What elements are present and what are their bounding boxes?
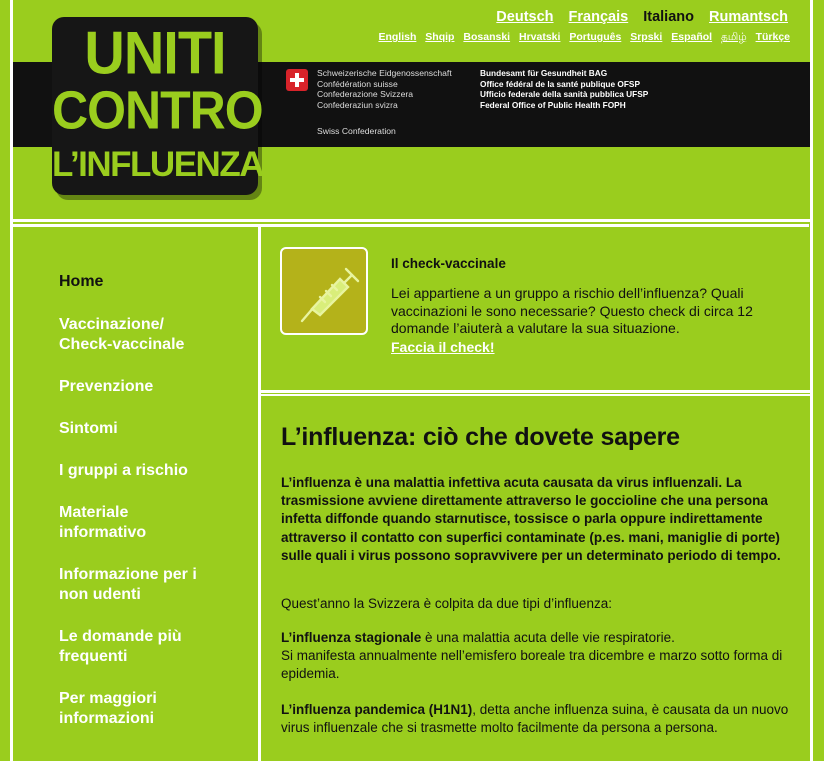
nav-non-udenti[interactable]: Informazione per i non udenti (59, 565, 229, 605)
lang-espanol[interactable]: Español (671, 31, 712, 43)
confederation-en: Swiss Confederation (317, 126, 396, 136)
nav-gruppi-rischio[interactable]: I gruppi a rischio (59, 461, 188, 481)
article-paragraph-pandemic: L’influenza pandemica (H1N1), detta anch… (281, 701, 796, 737)
office-names: Bundesamt für Gesundheit BAG Office fédé… (480, 68, 648, 110)
article-intro: L’influenza è una malattia infettiva acu… (281, 475, 781, 563)
swiss-cross-icon (286, 69, 308, 91)
check-start-link[interactable]: Faccia il check! (391, 339, 495, 355)
logo-line-3: L’INFLUENZA (52, 145, 264, 184)
confederation-it: Confederazione Svizzera (317, 89, 414, 99)
check-description: Lei appartiene a un gruppo a rischio del… (391, 285, 753, 337)
lang-portugues[interactable]: Português (569, 31, 621, 43)
nav-sintomi[interactable]: Sintomi (59, 419, 118, 439)
frame-column-divider (258, 224, 261, 761)
lang-bosanski[interactable]: Bosanski (463, 31, 510, 43)
lang-francais[interactable]: Français (569, 9, 629, 25)
frame-nav-divider (12, 224, 809, 227)
nav-vaccinazione[interactable]: Vaccinazione/ Check-vaccinale (59, 315, 209, 355)
lang-italiano-current: Italiano (643, 9, 694, 25)
office-it: Ufficio federale della sanità pubblica U… (480, 89, 649, 99)
nav-home[interactable]: Home (59, 272, 103, 292)
confederation-de: Schweizerische Eidgenossenschaft (317, 68, 452, 78)
frame-check-divider (260, 390, 810, 393)
office-fr: Office fédéral de la santé publique OFSP (480, 78, 640, 89)
lang-hrvatski[interactable]: Hrvatski (519, 31, 560, 43)
campaign-logo[interactable]: UNITI CONTRO L’INFLUENZA (52, 17, 264, 195)
frame-right-line (810, 0, 813, 761)
language-switcher: Deutsch Français Italiano Rumantsch (485, 9, 788, 25)
pandemic-flu-term: L’influenza pandemica (H1N1) (281, 702, 473, 717)
seasonal-flu-desc: è una malattia acuta delle vie respirato… (421, 630, 675, 645)
seasonal-flu-desc-2: Si manifesta annualmente nell’emisfero b… (281, 648, 783, 682)
nav-materiale[interactable]: Materiale informativo (59, 503, 169, 543)
lang-srpski[interactable]: Srpski (630, 31, 662, 43)
lang-shqip[interactable]: Shqip (425, 31, 454, 43)
site-header: UNITI CONTRO L’INFLUENZA Schweizerische … (0, 0, 824, 220)
logo-line-2: CONTRO (52, 79, 264, 141)
logo-line-1: UNITI (84, 18, 226, 87)
lang-english[interactable]: English (378, 31, 416, 43)
lang-deutsch[interactable]: Deutsch (496, 9, 553, 25)
nav-domande[interactable]: Le domande più frequenti (59, 627, 209, 667)
confederation-names: Schweizerische Eidgenossenschaft Confédé… (317, 68, 452, 110)
lang-rumantsch[interactable]: Rumantsch (709, 9, 788, 25)
office-en: Federal Office of Public Health FOPH (480, 99, 626, 110)
confederation-rm: Confederaziun svizra (317, 99, 398, 110)
frame-top-line (10, 219, 812, 222)
confederation-fr: Confédération suisse (317, 78, 398, 89)
check-title: Il check-vaccinale (391, 256, 506, 271)
syringe-icon[interactable] (280, 247, 368, 335)
article-title: L’influenza: ciò che dovete sapere (281, 423, 680, 451)
article-paragraph-types: Quest’anno la Svizzera è colpita da due … (281, 596, 612, 611)
more-languages: English Shqip Bosanski Hrvatski Portuguê… (372, 31, 790, 44)
frame-left-line (10, 0, 13, 761)
article-paragraph-seasonal: L’influenza stagionale è una malattia ac… (281, 629, 796, 684)
frame-check-divider-2 (260, 394, 810, 396)
nav-prevenzione[interactable]: Prevenzione (59, 377, 153, 397)
lang-turkce[interactable]: Türkçe (756, 31, 790, 43)
nav-informazioni[interactable]: Per maggiori informazioni (59, 689, 189, 729)
office-de: Bundesamt für Gesundheit BAG (480, 68, 608, 78)
seasonal-flu-term: L’influenza stagionale (281, 630, 422, 645)
lang-tamil[interactable]: தமிழ் (721, 31, 747, 43)
